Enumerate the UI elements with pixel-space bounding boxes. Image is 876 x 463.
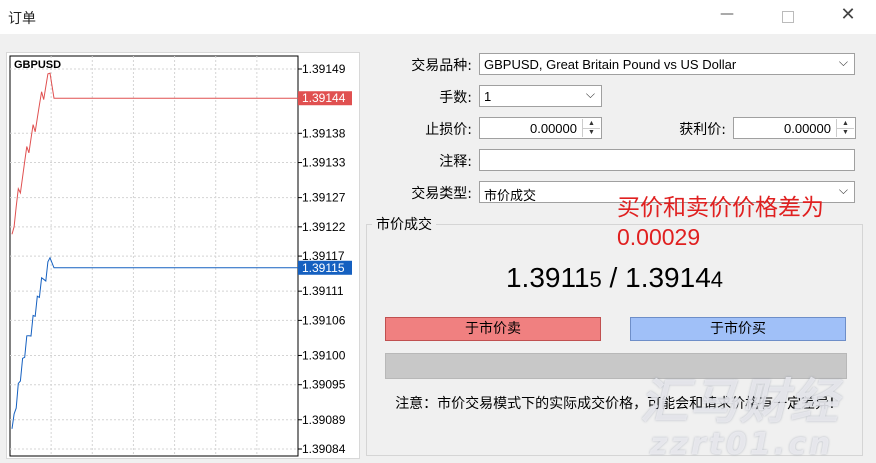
take-profit-decrement-button[interactable]: ▼	[837, 128, 854, 137]
sell-by-market-button[interactable]: 于市价卖	[385, 317, 601, 341]
stop-loss-label: 止损价:	[425, 122, 472, 138]
symbol-label: 交易品种:	[411, 58, 472, 74]
window-title: 订单	[8, 11, 36, 27]
watermark-logo: 汇马财经	[640, 374, 841, 430]
price-scale-label: 1.39089	[302, 413, 346, 427]
chevron-down-icon: ⌵	[585, 87, 595, 101]
price-scale-label: 1.39111	[302, 284, 344, 298]
price-scale-label: 1.39100	[302, 348, 346, 362]
price-scale-label: 1.39122	[302, 220, 346, 234]
minimize-button[interactable]: —	[715, 6, 739, 28]
comment-label: 注释:	[439, 154, 472, 170]
order-type-label: 交易类型:	[411, 186, 472, 202]
price-scale-label: 1.39138	[302, 126, 346, 140]
watermark-url: zzrt01.cn	[650, 427, 834, 462]
spread-annotation-line2: 0.00029	[617, 224, 701, 250]
take-profit-value: 0.00000	[784, 121, 831, 136]
stop-loss-value: 0.00000	[530, 121, 577, 136]
price-scale-label: 1.39133	[302, 156, 346, 170]
chart-symbol-label: GBPUSD	[14, 59, 62, 71]
close-button[interactable]: ✕	[836, 4, 860, 26]
maximize-icon	[782, 11, 794, 23]
title-bar: 订单 — ✕	[0, 0, 876, 34]
spread-annotation-line1: 买价和卖价价格差为	[617, 194, 824, 220]
chevron-down-icon: ⌵	[838, 55, 848, 69]
comment-input[interactable]	[479, 149, 855, 171]
volume-label: 手数:	[439, 90, 472, 106]
symbol-select-value: GBPUSD, Great Britain Pound vs US Dollar	[484, 57, 737, 72]
take-profit-label: 获利价:	[679, 122, 726, 138]
price-scale-label: 1.39127	[302, 191, 346, 205]
bid-price-tag-label: 1.39115	[302, 261, 345, 275]
ask-price-main: 1.3914	[625, 262, 711, 293]
ask-price-pipette: 4	[710, 267, 724, 292]
order-type-select-value: 市价成交	[484, 188, 537, 203]
quote-separator: /	[601, 262, 626, 293]
maximize-button[interactable]	[776, 6, 800, 28]
tick-chart-canvas: 1.39149 1.39144 1.39138 1.39133 1.39127 1.391…	[9, 55, 352, 457]
spread-annotation: 买价和卖价价格差为 0.00029	[617, 192, 857, 252]
price-scale-label: 1.39084	[302, 442, 346, 456]
price-scale-label: 1.39106	[302, 313, 346, 327]
volume-select-value: 1	[484, 89, 492, 104]
volume-select[interactable]: 1 ⌵	[479, 85, 602, 107]
symbol-select[interactable]: GBPUSD, Great Britain Pound vs US Dollar…	[479, 53, 855, 75]
bid-price-pipette: 5	[589, 267, 602, 292]
stop-loss-stepper[interactable]: 0.00000 ▲ ▼	[479, 117, 602, 139]
bid-ask-quote: 1.39115 / 1.39144	[366, 262, 863, 294]
stop-loss-decrement-button[interactable]: ▼	[583, 128, 600, 137]
tick-chart: 1.39149 1.39144 1.39138 1.39133 1.39127 1.391…	[6, 52, 360, 459]
price-scale-label: 1.39149	[302, 62, 346, 76]
ask-price-tag-label: 1.39144	[302, 91, 346, 105]
take-profit-stepper[interactable]: 0.00000 ▲ ▼	[733, 117, 856, 139]
market-execution-group-title: 市价成交	[372, 214, 436, 234]
bid-price-main: 1.3911	[505, 262, 590, 293]
price-scale-label: 1.39095	[302, 378, 346, 392]
buy-by-market-button[interactable]: 于市价买	[630, 317, 846, 341]
